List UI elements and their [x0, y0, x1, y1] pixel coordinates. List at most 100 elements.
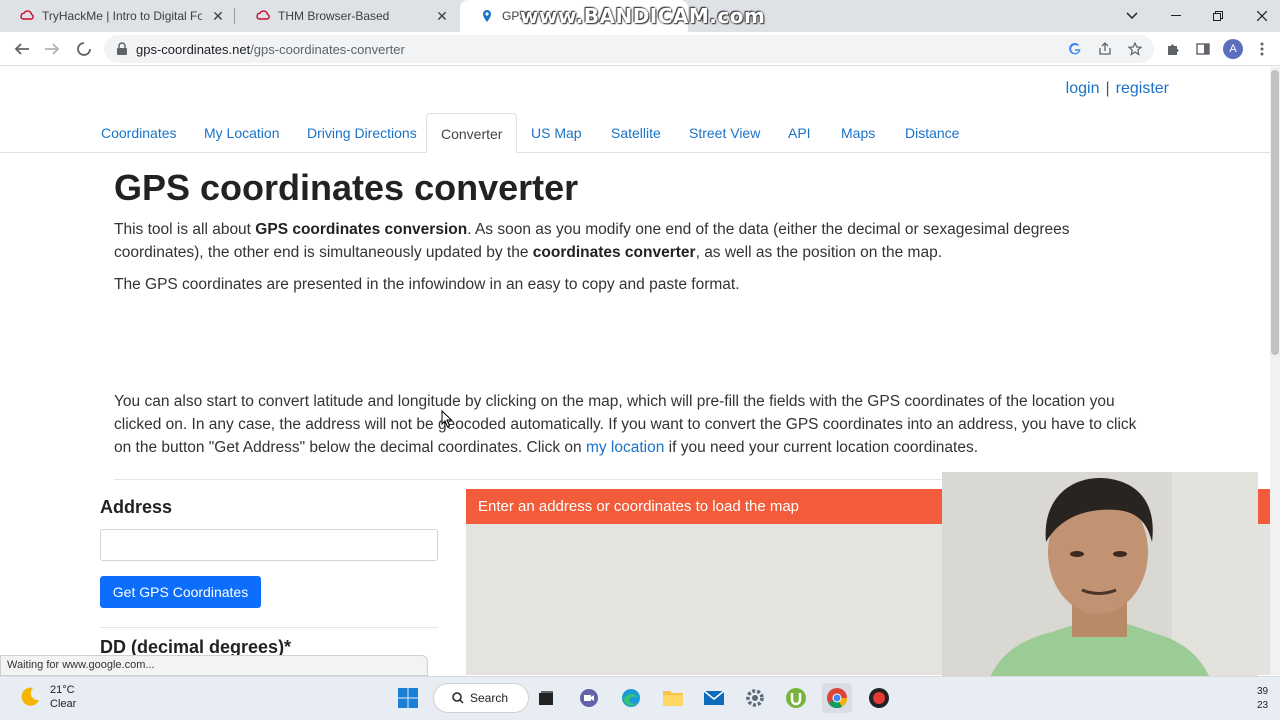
tab-close-button[interactable]: ✕	[434, 8, 450, 24]
minimize-icon	[1171, 15, 1181, 16]
mail-icon	[703, 690, 725, 705]
intro-paragraph: This tool is all about GPS coordinates c…	[114, 218, 1154, 264]
url-path: /gps-coordinates-converter	[250, 41, 405, 57]
nav-satellite[interactable]: Satellite	[611, 113, 661, 153]
close-window-button[interactable]	[1240, 0, 1280, 32]
page-title: GPS coordinates converter	[114, 167, 579, 208]
nav-distance[interactable]: Distance	[905, 113, 959, 153]
gear-icon	[746, 689, 764, 707]
url-host: gps-coordinates.net	[136, 41, 251, 57]
cloud-icon	[20, 10, 34, 20]
taskbar-search[interactable]: Search	[433, 683, 529, 713]
search-label: Search	[470, 691, 509, 705]
puzzle-icon	[1168, 44, 1179, 55]
screen: TryHackMe | Intro to Digital Fore ✕ THM …	[0, 0, 1280, 720]
webcam-person-image	[942, 472, 1258, 710]
tab-title: THM Browser-Based	[278, 9, 390, 23]
nav-converter[interactable]: Converter	[426, 113, 518, 153]
nav-maps[interactable]: Maps	[841, 113, 875, 153]
tab-thm-browser[interactable]: THM Browser-Based ✕	[236, 0, 458, 32]
windows-taskbar: 21°C Clear Search 39 23	[0, 676, 1280, 720]
intro-text: This tool is all about	[114, 221, 256, 238]
address-input[interactable]	[100, 529, 438, 561]
get-gps-coordinates-button[interactable]: Get GPS Coordinates	[100, 576, 261, 608]
tab-divider	[234, 8, 235, 24]
utorrent-app[interactable]	[781, 683, 811, 713]
webcam-overlay	[942, 472, 1258, 710]
bookmark-button[interactable]	[1125, 39, 1145, 59]
windows-icon	[398, 688, 418, 708]
gps-location-icon	[483, 10, 491, 22]
address-label: Address	[100, 497, 173, 517]
back-button[interactable]	[10, 37, 34, 61]
nav-api[interactable]: API	[788, 113, 811, 153]
weather-condition: Clear	[50, 698, 77, 710]
nav-driving-directions[interactable]: Driving Directions	[307, 113, 417, 153]
divider	[100, 627, 438, 628]
task-view-button[interactable]	[531, 683, 561, 713]
file-explorer-app[interactable]	[658, 683, 688, 713]
nav-us-map[interactable]: US Map	[531, 113, 582, 153]
search-icon	[452, 692, 464, 704]
address-bar[interactable]: gps-coordinates.net/gps-coordinates-conv…	[104, 35, 1154, 63]
side-panel-icon	[1196, 43, 1210, 55]
map-click-text: if you need your current location coordi…	[664, 439, 979, 456]
side-panel-button[interactable]	[1193, 39, 1213, 59]
nav-coordinates[interactable]: Coordinates	[101, 113, 177, 153]
tab-tryhackme[interactable]: TryHackMe | Intro to Digital Fore ✕	[0, 0, 234, 32]
nav-street-view[interactable]: Street View	[689, 113, 760, 153]
mouse-cursor-icon	[441, 410, 453, 428]
tab-search-button[interactable]	[1110, 0, 1154, 32]
chrome-icon	[827, 688, 848, 709]
page-scrollbar[interactable]	[1270, 67, 1280, 675]
nav-my-location[interactable]: My Location	[204, 113, 279, 153]
clock-date: 23	[1257, 700, 1269, 711]
forward-button[interactable]	[40, 37, 64, 61]
edge-icon	[622, 689, 640, 707]
teams-app[interactable]	[574, 683, 604, 713]
profile-avatar[interactable]: A	[1223, 39, 1243, 59]
share-button[interactable]	[1095, 39, 1115, 59]
loading-spinner-icon	[77, 42, 91, 56]
bandicam-app[interactable]	[864, 683, 894, 713]
site-nav-tabs: Coordinates My Location Driving Directio…	[0, 113, 1270, 153]
format-paragraph: The GPS coordinates are presented in the…	[114, 276, 740, 293]
auth-separator: |	[1105, 80, 1110, 97]
arrow-right-icon	[45, 43, 60, 55]
star-icon	[1128, 42, 1142, 56]
close-icon	[1257, 11, 1267, 21]
start-button[interactable]	[393, 683, 423, 713]
menu-button[interactable]	[1252, 39, 1272, 59]
intro-bold-text: GPS coordinates conversion	[255, 221, 468, 238]
tab-close-button[interactable]: ✕	[210, 8, 226, 24]
weather-widget[interactable]: 21°C Clear	[18, 683, 76, 711]
register-link[interactable]: register	[1116, 80, 1169, 97]
kebab-menu-icon	[1260, 42, 1264, 56]
extensions-button[interactable]	[1163, 39, 1183, 59]
moon-icon	[21, 687, 39, 706]
login-link[interactable]: login	[1066, 80, 1100, 97]
intro-text: , as well as the position on the map.	[695, 244, 942, 261]
minimize-button[interactable]	[1154, 0, 1198, 32]
clock-time: 39	[1257, 686, 1269, 697]
lock-icon	[117, 42, 127, 55]
scrollbar-thumb[interactable]	[1271, 70, 1279, 355]
share-icon	[1099, 42, 1111, 55]
system-clock[interactable]: 39 23	[1257, 685, 1268, 713]
restore-button[interactable]	[1196, 0, 1240, 32]
settings-app[interactable]	[740, 683, 770, 713]
folder-icon	[663, 691, 683, 706]
my-location-link[interactable]: my location	[586, 439, 664, 456]
temperature: 21°C	[50, 684, 75, 696]
arrow-left-icon	[14, 43, 29, 55]
stop-loading-button[interactable]	[72, 37, 96, 61]
video-chat-icon	[580, 689, 598, 707]
google-lens-button[interactable]	[1065, 39, 1085, 59]
record-icon	[869, 688, 889, 708]
restore-icon	[1213, 11, 1223, 21]
browser-toolbar: gps-coordinates.net/gps-coordinates-conv…	[0, 32, 1280, 66]
edge-app[interactable]	[616, 683, 646, 713]
map-click-paragraph: You can also start to convert latitude a…	[114, 390, 1154, 459]
chrome-app[interactable]	[822, 683, 852, 713]
mail-app[interactable]	[699, 683, 729, 713]
